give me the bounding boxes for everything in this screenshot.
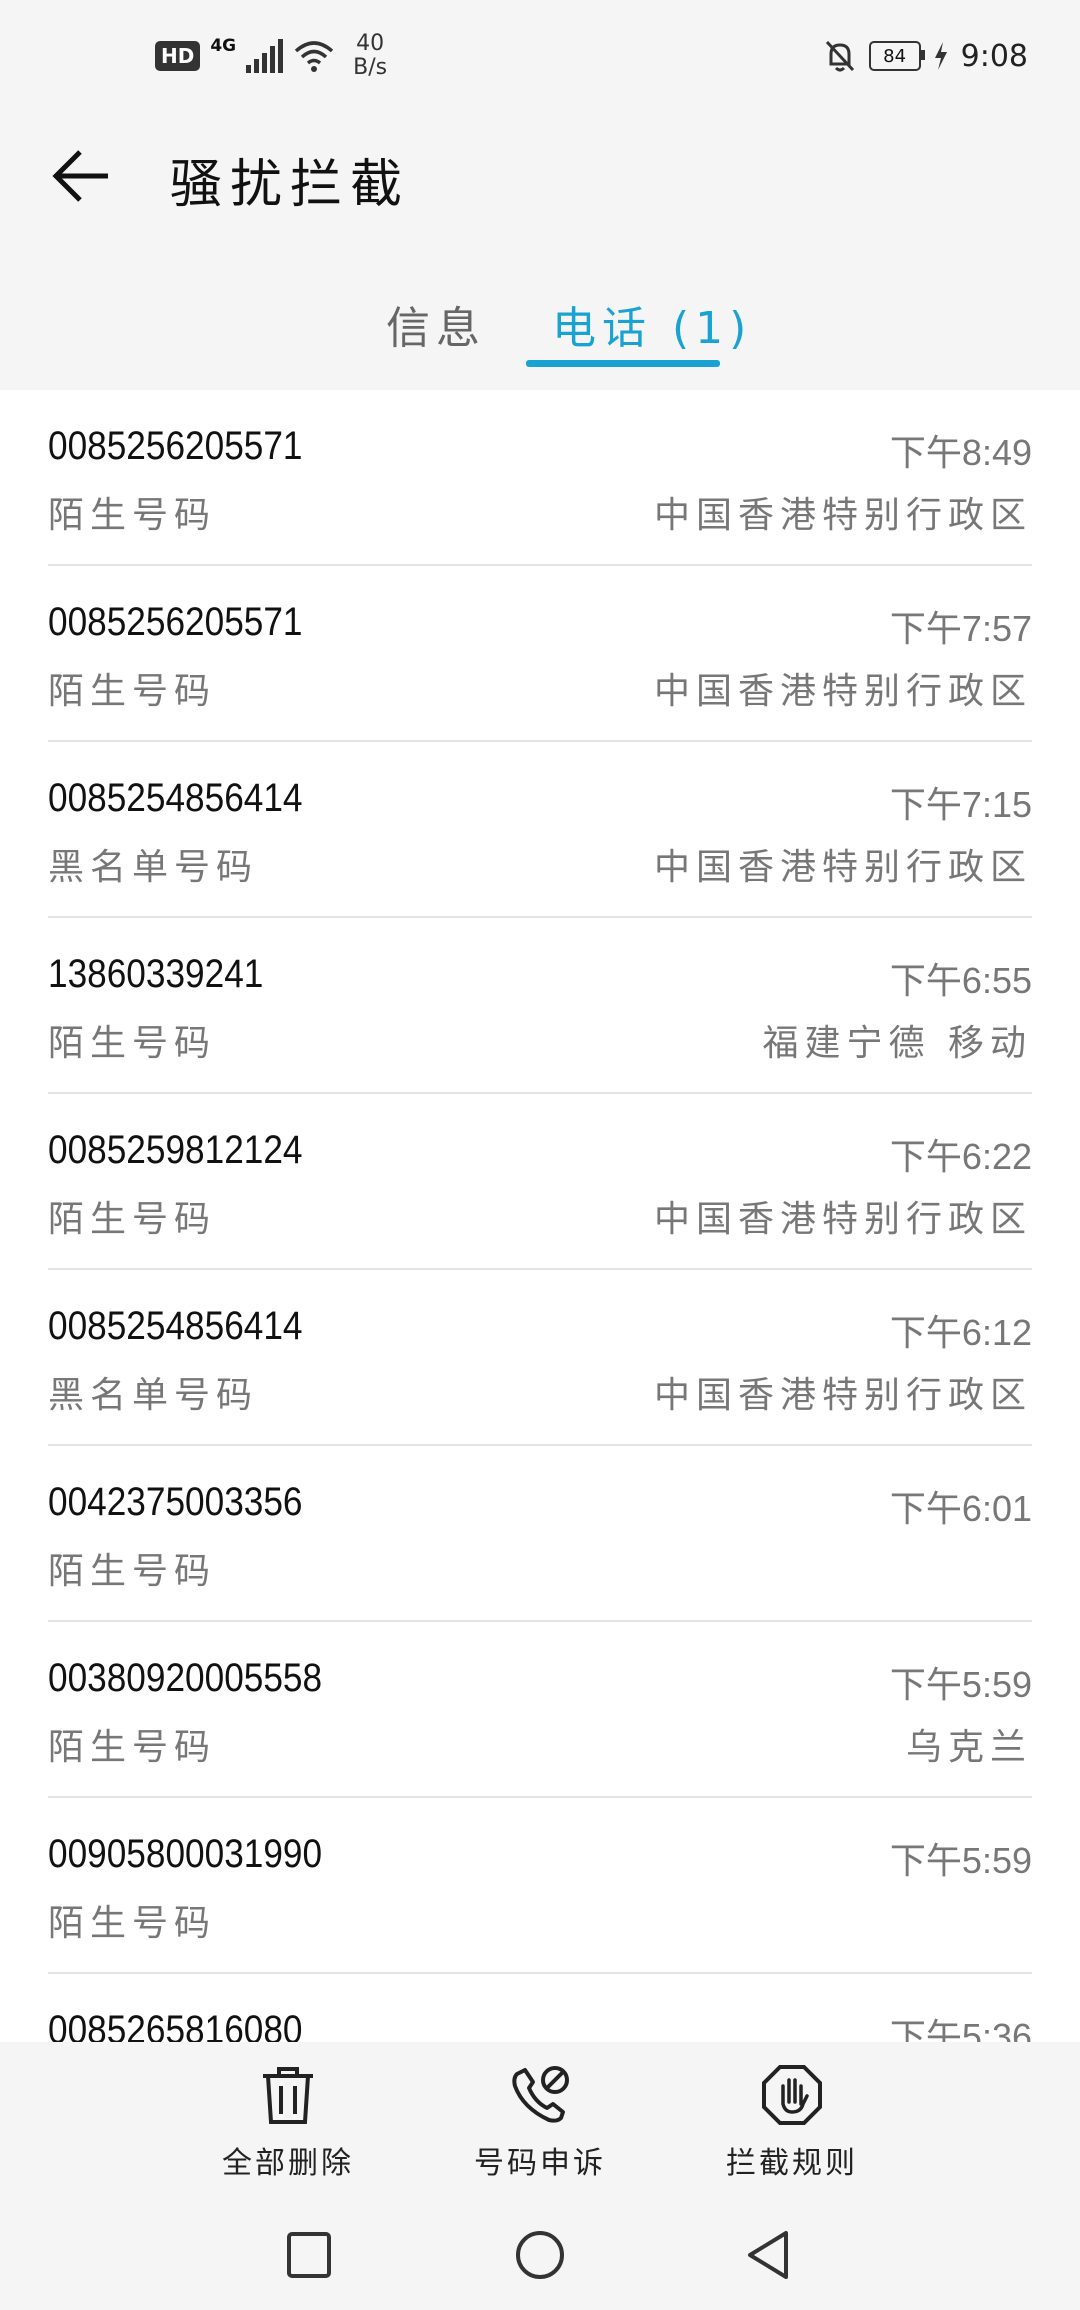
call-location: 中国香港特别行政区 (653, 847, 1032, 888)
call-row[interactable]: 0042375003356 下午6:01 陌生号码 (48, 1446, 1032, 1622)
call-kind: 陌生号码 (48, 1199, 217, 1240)
call-kind: 陌生号码 (48, 495, 217, 536)
call-kind: 陌生号码 (48, 1551, 217, 1592)
call-kind: 陌生号码 (48, 1903, 217, 1944)
call-time: 下午5:59 (889, 1664, 1032, 1705)
charging-icon (934, 42, 947, 70)
tab-calls[interactable]: 电话 (1) (552, 292, 752, 356)
signal-icon (246, 39, 284, 73)
call-kind: 黑名单号码 (48, 847, 259, 888)
call-location: 福建宁德 移动 (762, 1023, 1032, 1064)
bottom-action-bar: 全部删除 号码申诉 拦截规则 (0, 2042, 1080, 2212)
call-time: 下午6:22 (889, 1136, 1032, 1177)
call-location: 中国香港特别行政区 (653, 1199, 1032, 1240)
call-number: 00380920005558 (48, 1656, 323, 1700)
call-number: 0085256205571 (48, 424, 303, 468)
call-number: 0085259812124 (48, 1128, 303, 1172)
call-location: 中国香港特别行政区 (653, 671, 1032, 712)
call-number: 0085254856414 (48, 1304, 303, 1348)
call-row[interactable]: 0085256205571 下午7:57 陌生号码 中国香港特别行政区 (48, 566, 1032, 742)
call-time: 下午6:12 (889, 1312, 1032, 1353)
page-title: 骚扰拦截 (170, 155, 411, 215)
call-number: 0085256205571 (48, 600, 303, 644)
network-type: 4G (210, 36, 237, 56)
trash-icon (263, 2067, 313, 2124)
call-kind: 黑名单号码 (48, 1375, 259, 1416)
wifi-icon (294, 41, 334, 72)
call-row[interactable]: 0085259812124 下午6:22 陌生号码 中国香港特别行政区 (48, 1094, 1032, 1270)
delete-all-button[interactable]: 全部删除 (178, 2064, 398, 2182)
call-row[interactable]: 0085254856414 下午7:15 黑名单号码 中国香港特别行政区 (48, 742, 1032, 918)
call-location: 中国香港特别行政区 (653, 495, 1032, 536)
call-row[interactable]: 0085254856414 下午6:12 黑名单号码 中国香港特别行政区 (48, 1270, 1032, 1446)
call-kind: 陌生号码 (48, 1023, 217, 1064)
call-row[interactable]: 0085256205571 下午8:49 陌生号码 中国香港特别行政区 (48, 390, 1032, 566)
call-time: 下午7:57 (889, 608, 1032, 649)
speed-value: 40 (356, 31, 385, 56)
phone-block-icon (512, 2066, 569, 2123)
call-kind: 陌生号码 (48, 1727, 217, 1768)
call-row[interactable]: 00380920005558 下午5:59 陌生号码 乌克兰 (48, 1622, 1032, 1798)
number-appeal-button[interactable]: 号码申诉 (430, 2064, 650, 2182)
delete-all-label: 全部删除 (222, 2146, 354, 2181)
call-time: 下午7:15 (889, 784, 1032, 825)
app-bar: 骚扰拦截 (0, 120, 1080, 230)
tab-indicator (526, 360, 720, 367)
battery-icon: 84 (868, 41, 925, 71)
block-rules-button[interactable]: 拦截规则 (682, 2064, 902, 2182)
call-time: 下午8:49 (889, 432, 1032, 473)
clock: 9:08 (960, 38, 1028, 74)
call-time: 下午5:36 (889, 2016, 1032, 2042)
recent-apps-icon[interactable] (284, 2228, 334, 2282)
speed-unit: B/s (353, 55, 388, 80)
call-number: 0085265816080 (48, 2008, 303, 2042)
call-location: 中国香港特别行政区 (653, 1375, 1032, 1416)
blocked-call-list: 0085256205571 下午8:49 陌生号码 中国香港特别行政区 0085… (0, 390, 1080, 2042)
tab-bar: 信息 电话 (1) (0, 272, 1080, 390)
status-right: 84 9:08 (823, 38, 1028, 74)
back-arrow-icon[interactable] (46, 140, 118, 212)
status-left: HD 4G 40 B/s (155, 32, 387, 80)
call-row[interactable]: 00905800031990 下午5:59 陌生号码 (48, 1798, 1032, 1974)
nav-back-icon[interactable] (744, 2228, 794, 2282)
number-appeal-label: 号码申诉 (474, 2146, 606, 2181)
call-kind: 陌生号码 (48, 671, 217, 712)
call-row[interactable]: 13860339241 下午6:55 陌生号码 福建宁德 移动 (48, 918, 1032, 1094)
tab-messages[interactable]: 信息 (386, 292, 486, 356)
call-time: 下午6:55 (889, 960, 1032, 1001)
call-location: 乌克兰 (905, 1727, 1032, 1768)
system-nav-bar (0, 2212, 1080, 2310)
status-bar: HD 4G 40 B/s 84 9:08 (0, 0, 1080, 120)
call-number: 0042375003356 (48, 1480, 303, 1524)
network-speed: 40 B/s (353, 32, 387, 80)
call-number: 00905800031990 (48, 1832, 323, 1876)
hand-stop-icon (762, 2065, 822, 2125)
call-time: 下午5:59 (889, 1840, 1032, 1881)
call-row[interactable]: 0085265816080 下午5:36 (48, 1974, 1032, 2042)
mute-bell-icon (825, 40, 854, 72)
home-icon[interactable] (513, 2228, 567, 2282)
call-number: 0085254856414 (48, 776, 303, 820)
hd-icon: HD (155, 41, 201, 71)
block-rules-label: 拦截规则 (726, 2146, 858, 2181)
call-time: 下午6:01 (889, 1488, 1032, 1529)
call-number: 13860339241 (48, 952, 264, 996)
